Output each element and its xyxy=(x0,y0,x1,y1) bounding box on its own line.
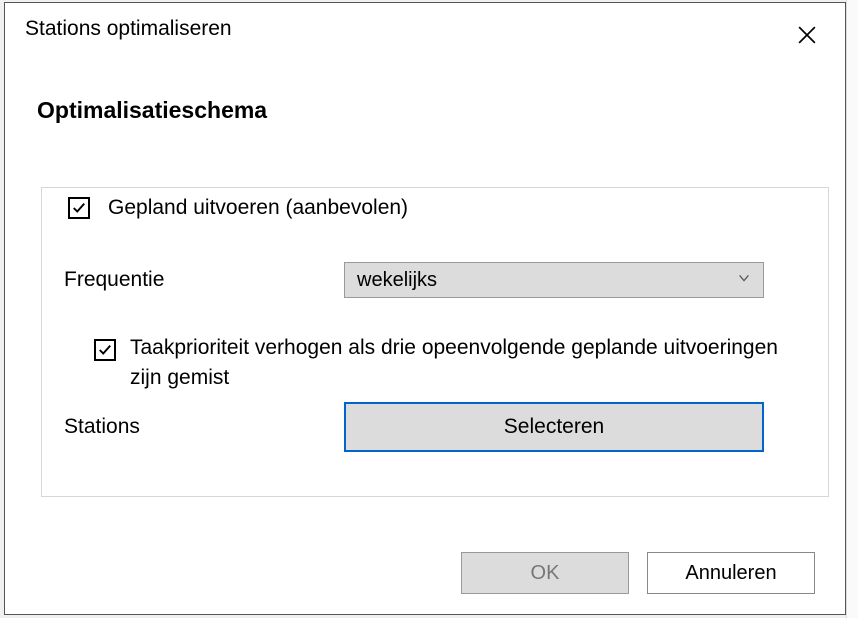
background-edge xyxy=(846,0,858,618)
dialog-title: Stations optimaliseren xyxy=(25,17,232,41)
frequency-dropdown[interactable]: wekelijks xyxy=(344,262,764,298)
priority-checkbox[interactable] xyxy=(94,339,116,361)
schedule-group: Gepland uitvoeren (aanbevolen) Frequenti… xyxy=(41,187,829,497)
frequency-row: Frequentie wekelijks xyxy=(64,262,804,298)
scheduled-run-checkbox[interactable] xyxy=(68,197,90,219)
checkmark-icon xyxy=(72,201,86,215)
chevron-down-icon xyxy=(737,271,751,290)
close-button[interactable] xyxy=(793,21,821,49)
stations-row: Stations Selecteren xyxy=(64,402,804,452)
optimize-drives-dialog: Stations optimaliseren Optimalisatiesche… xyxy=(4,2,846,615)
ok-label: OK xyxy=(531,562,560,585)
cancel-button[interactable]: Annuleren xyxy=(647,552,815,594)
checkmark-icon xyxy=(98,343,112,357)
priority-row: Taakprioriteit verhogen als drie opeenvo… xyxy=(94,333,794,394)
section-heading: Optimalisatieschema xyxy=(37,97,845,124)
priority-label: Taakprioriteit verhogen als drie opeenvo… xyxy=(130,333,794,394)
cancel-label: Annuleren xyxy=(685,562,776,585)
close-icon xyxy=(798,26,816,44)
frequency-value: wekelijks xyxy=(357,269,437,292)
select-button-label: Selecteren xyxy=(504,415,604,439)
stations-label: Stations xyxy=(64,415,344,439)
select-stations-button[interactable]: Selecteren xyxy=(344,402,764,452)
frequency-label: Frequentie xyxy=(64,268,344,292)
scheduled-run-label: Gepland uitvoeren (aanbevolen) xyxy=(108,196,408,220)
dialog-footer: OK Annuleren xyxy=(461,552,815,594)
titlebar: Stations optimaliseren xyxy=(5,3,845,49)
ok-button[interactable]: OK xyxy=(461,552,629,594)
scheduled-run-row: Gepland uitvoeren (aanbevolen) xyxy=(68,196,418,220)
